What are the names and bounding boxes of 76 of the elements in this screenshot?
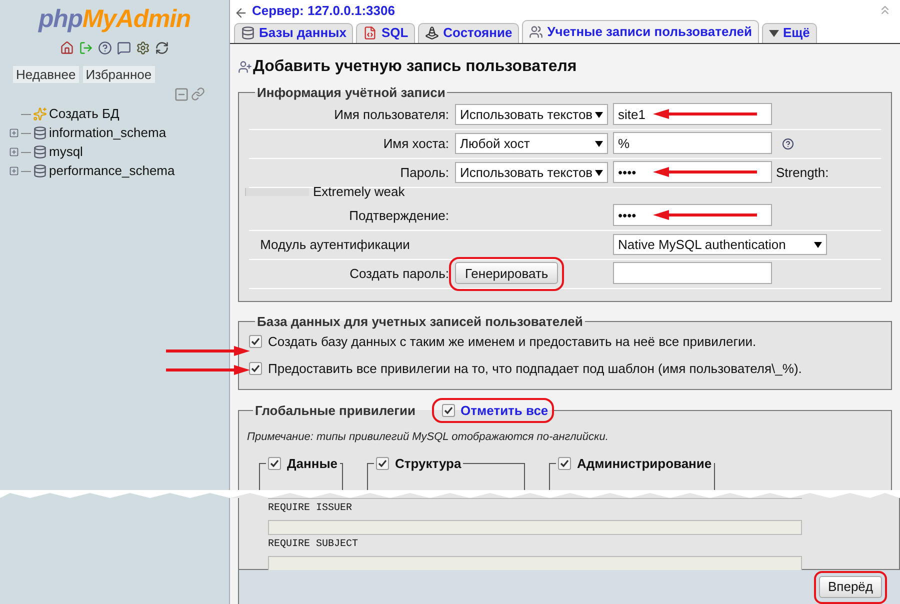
field-label: Модуль аутентификации — [259, 236, 411, 254]
database-icon — [33, 145, 47, 159]
field-label: Имя хоста: — [382, 134, 450, 153]
nav-tab[interactable]: SQL — [356, 22, 416, 42]
tree-item[interactable]: performance_schema — [49, 161, 175, 181]
server-link[interactable]: Сервер: 127.0.0.1:3306 — [252, 1, 395, 20]
strength-label: Strength: — [776, 164, 829, 182]
field-label: Пароль: — [399, 164, 450, 182]
field-label: Имя пользователя: — [333, 106, 450, 124]
text-field[interactable] — [268, 556, 802, 571]
group-label: Структура — [395, 454, 462, 473]
database-icon — [241, 26, 255, 40]
strength-text: Extremely weak — [313, 182, 405, 201]
dropdown[interactable]: Использовать текстов — [455, 104, 608, 125]
option-label: Создать базу данных с таким же именем и предоставить на неё все привилегии. — [268, 332, 756, 351]
text-field[interactable] — [268, 520, 802, 535]
submit-button[interactable]: Вперёд — [819, 576, 882, 598]
group-label: Данные — [287, 454, 338, 473]
new-database-icon — [33, 107, 47, 121]
section-legend: Информация учётной записи — [255, 84, 448, 100]
database-icon — [33, 126, 47, 140]
generate-button[interactable]: Генерировать — [455, 262, 558, 284]
tree-item[interactable]: information_schema — [49, 123, 166, 143]
field-label: REQUIRE ISSUER — [268, 503, 354, 515]
note-text: Примечание: типы привилегий MySQL отображаются по-английски. — [247, 430, 610, 445]
caret-icon — [595, 112, 603, 118]
collapse-icon[interactable] — [174, 87, 189, 102]
nav-tab[interactable]: Состояние — [418, 22, 520, 42]
expand-icon[interactable] — [9, 128, 19, 138]
checkbox[interactable] — [376, 456, 389, 470]
field-label: Создать пароль: — [348, 264, 450, 283]
dropdown[interactable]: Использовать текстов — [455, 162, 608, 183]
text-field[interactable]: % — [613, 132, 772, 154]
checkbox[interactable] — [442, 404, 455, 417]
sidebar-tab[interactable]: Недавнее — [13, 66, 79, 83]
checkbox[interactable] — [249, 334, 262, 348]
page-heading: Добавить учетную запись пользователя — [253, 56, 577, 76]
expand-icon[interactable] — [9, 166, 19, 176]
users-icon — [529, 24, 544, 38]
sidebar-tab[interactable]: Избранное — [82, 66, 155, 83]
help-icon[interactable] — [782, 138, 794, 150]
caret-icon — [595, 140, 603, 146]
section-legend: База данных для учетных записей пользователей — [255, 314, 585, 330]
text-field[interactable]: •••• — [613, 204, 772, 226]
checkbox[interactable] — [249, 362, 262, 376]
group-label: Администрирование — [577, 454, 712, 473]
link-icon[interactable] — [191, 87, 205, 101]
tree-item[interactable]: mysql — [49, 142, 83, 162]
sql-icon — [363, 26, 378, 40]
database-icon — [33, 164, 47, 178]
checkbox[interactable] — [558, 456, 571, 470]
option-label: Предоставить все привилегии на то, что подпадает под шаблон (имя пользователя\_%). — [268, 360, 802, 378]
dropdown[interactable]: Любой хост — [455, 133, 608, 154]
nav-tab[interactable]: Базы данных — [234, 22, 354, 42]
reload-icon[interactable] — [155, 41, 169, 55]
select-all-link[interactable]: Отметить все — [460, 400, 548, 420]
checkbox[interactable] — [268, 456, 281, 470]
caret-icon — [814, 242, 822, 248]
nav-tab[interactable]: Ещё — [762, 22, 817, 42]
add-user-icon — [238, 60, 252, 74]
text-field[interactable]: site1 — [613, 103, 772, 125]
section-legend: Глобальные привилегии — [253, 400, 418, 420]
help-icon[interactable] — [98, 41, 112, 55]
settings-icon[interactable] — [136, 41, 150, 55]
text-field[interactable]: •••• — [613, 161, 772, 183]
home-icon[interactable] — [60, 41, 74, 55]
tree-item[interactable]: Создать БД — [49, 104, 120, 124]
field-label: Подтверждение: — [348, 206, 450, 225]
text-field[interactable] — [613, 262, 772, 284]
field-label: REQUIRE SUBJECT — [268, 539, 360, 551]
back-arrow-icon[interactable] — [234, 6, 248, 20]
dropdown[interactable]: Native MySQL authentication — [613, 234, 827, 255]
nav-tab[interactable]: Учетные записи пользователей — [522, 20, 759, 42]
caret-icon — [595, 170, 603, 176]
expand-icon[interactable] — [9, 147, 19, 157]
caret-icon — [769, 30, 779, 36]
